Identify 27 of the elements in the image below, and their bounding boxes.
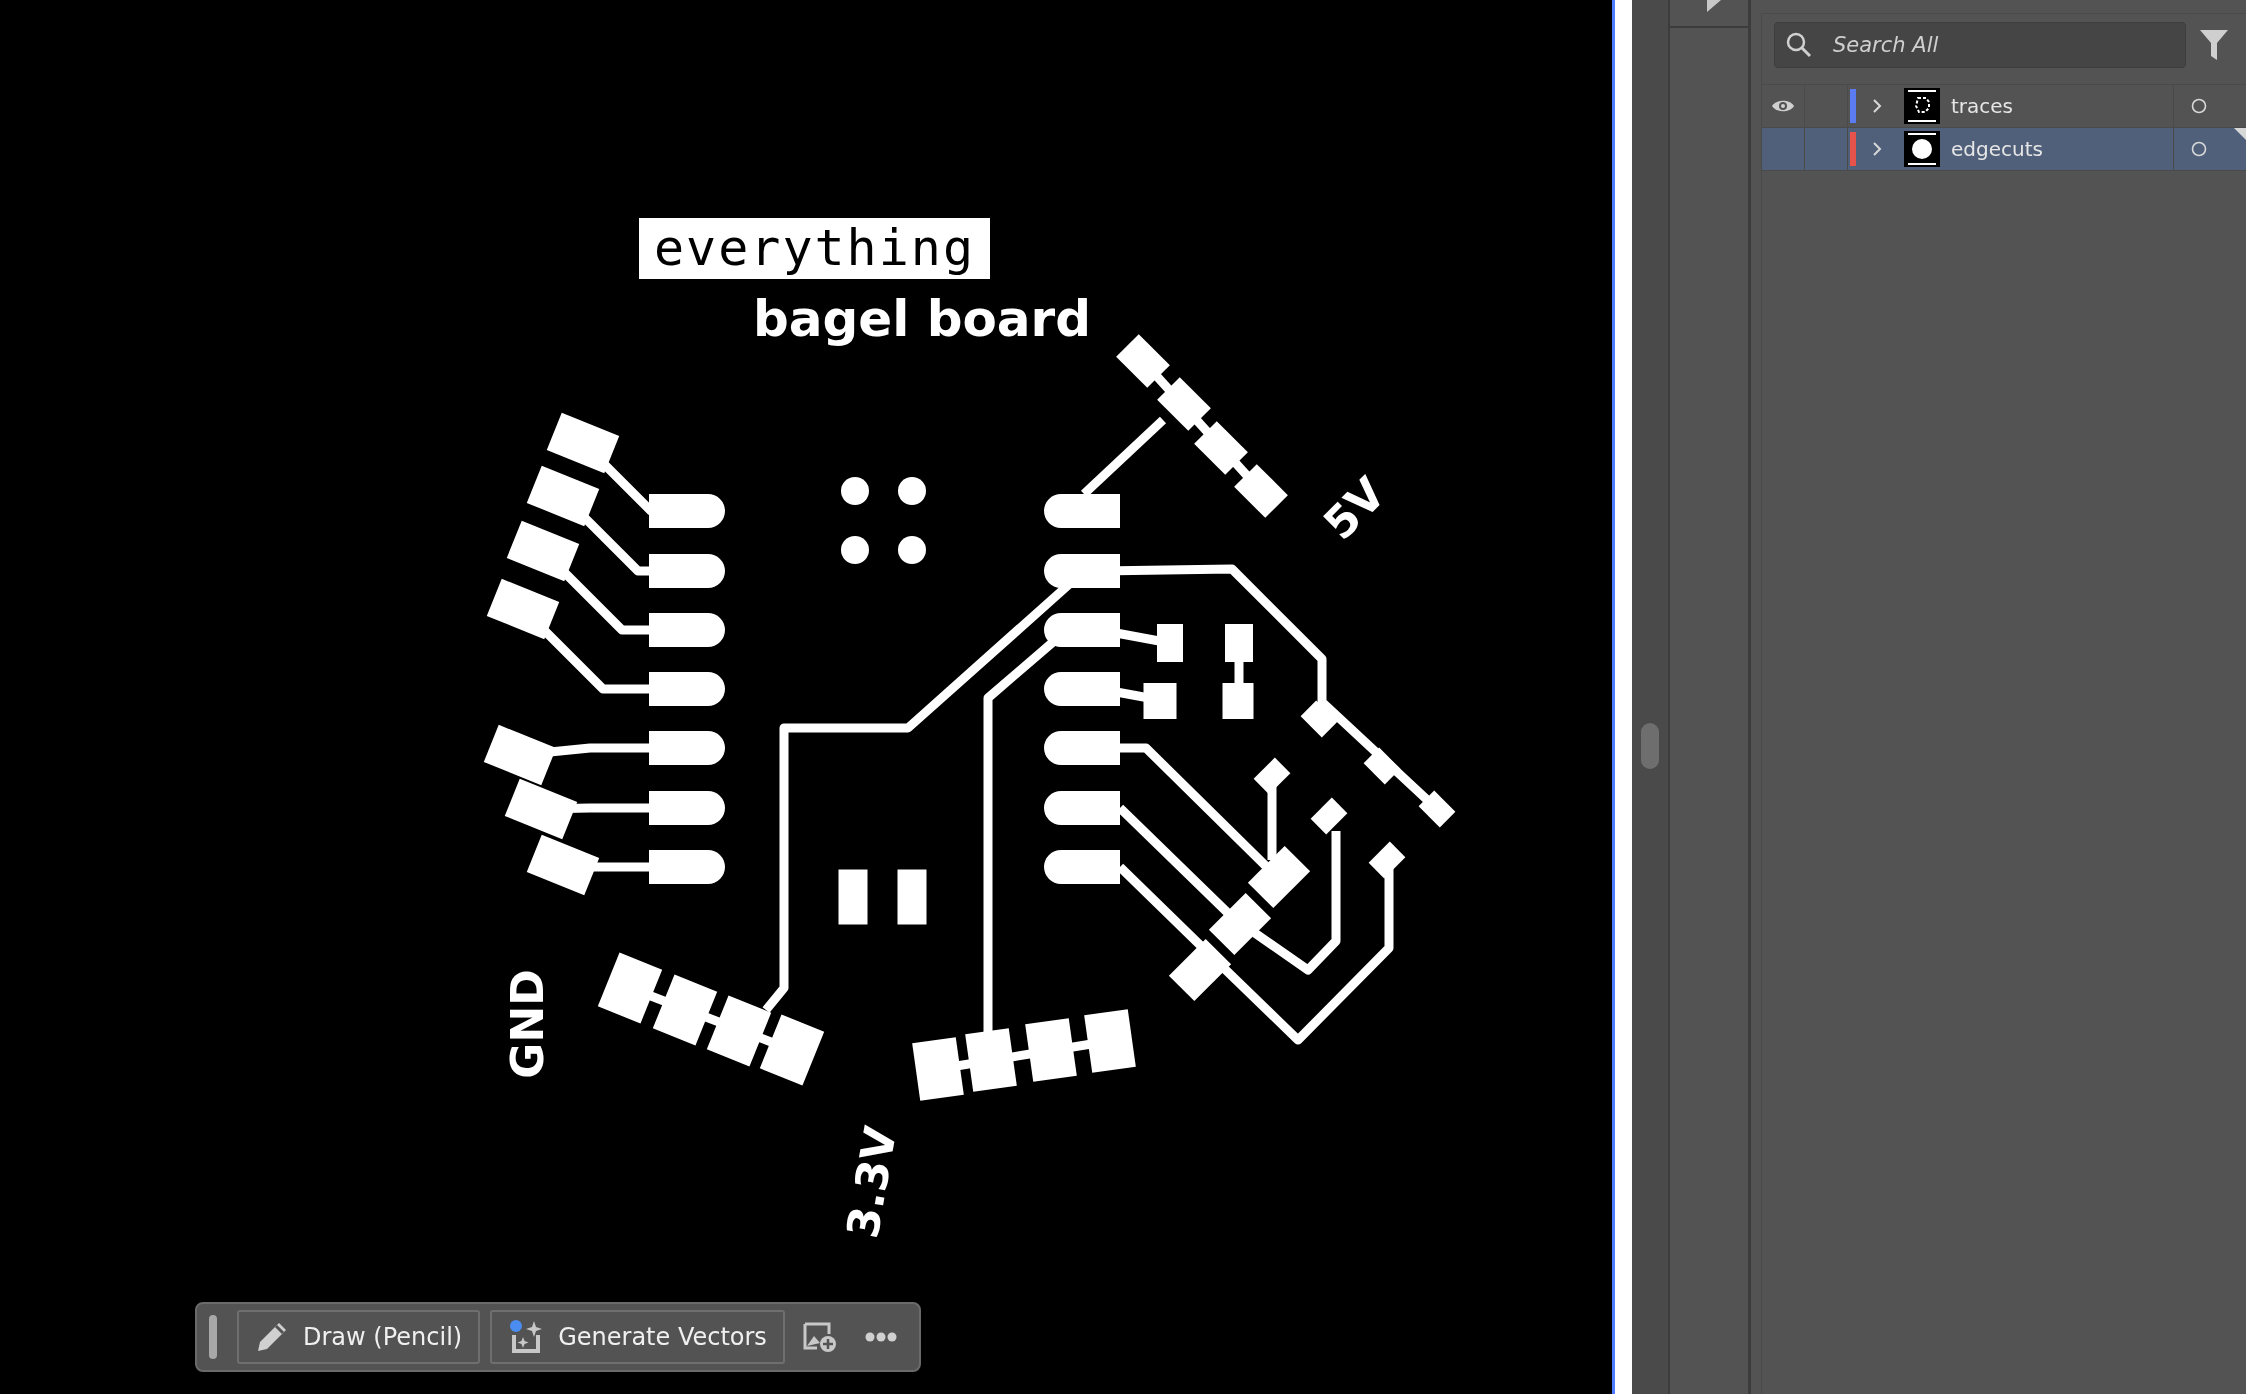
chevron-icon[interactable] (1872, 141, 1882, 157)
board-subtitle: bagel board (752, 290, 1092, 348)
pin-label: 5V (1313, 467, 1396, 550)
chevron-icon[interactable] (1872, 98, 1882, 114)
pin-label: 3.3V (836, 1122, 907, 1242)
layer-row[interactable]: edgecuts (1762, 128, 2246, 171)
target-circle-icon[interactable] (2191, 141, 2207, 157)
target-circle-icon[interactable] (2191, 98, 2207, 114)
pencil-icon (255, 1320, 289, 1354)
toolbar-button[interactable]: Draw (Pencil) (237, 1310, 481, 1364)
board-title: everything (639, 218, 990, 279)
layer-name: traces (1951, 94, 2015, 118)
add-image-icon[interactable] (802, 1321, 837, 1353)
pin-label: GND (502, 969, 553, 1079)
corner-triangle-icon (2234, 128, 2246, 140)
triangle-icon[interactable] (1707, 0, 1721, 12)
search-field[interactable]: Search All (1774, 22, 2186, 68)
layer-name: edgecuts (1951, 137, 2044, 161)
layer-thumbnail (1904, 88, 1940, 124)
eye-icon[interactable] (1771, 99, 1795, 113)
filter-icon[interactable] (2200, 30, 2228, 60)
scrollbar-thumb[interactable] (1641, 723, 1659, 769)
layer-thumbnail (1904, 131, 1940, 167)
toolbar-button[interactable]: Generate Vectors (490, 1310, 785, 1364)
drag-handle[interactable] (209, 1315, 217, 1359)
search-icon (1786, 32, 1812, 58)
more-icon[interactable] (864, 1332, 897, 1342)
